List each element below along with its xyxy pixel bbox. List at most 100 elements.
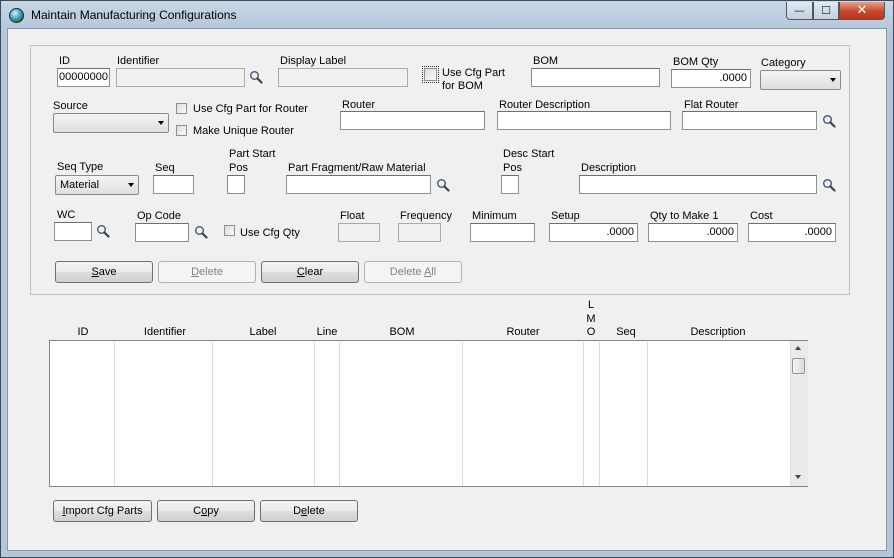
frequency-field[interactable] <box>398 223 441 242</box>
delete-button-disabled[interactable]: Delete <box>158 261 256 283</box>
flat-router-field[interactable] <box>682 111 817 130</box>
identifier-field[interactable] <box>116 68 245 87</box>
frequency-label: Frequency <box>400 210 452 222</box>
column-header-identifier[interactable]: Identifier <box>130 326 200 338</box>
delete-button-accesskey: D <box>191 266 200 278</box>
part-start-pos-label-1: Part Start <box>229 148 276 160</box>
copy-button-text-rest: py <box>207 505 219 517</box>
desc-start-pos-field[interactable] <box>501 175 519 194</box>
column-header-label[interactable]: Label <box>233 326 293 338</box>
qty-to-make-field[interactable]: .0000 <box>648 223 738 242</box>
float-field[interactable] <box>338 223 380 242</box>
wc-label: WC <box>57 209 76 221</box>
minimum-label: Minimum <box>472 210 517 222</box>
delete-all-button-text: Delete <box>389 266 424 278</box>
column-header-description[interactable]: Description <box>678 326 758 338</box>
op-code-search-icon[interactable] <box>194 225 208 239</box>
minimum-field[interactable] <box>470 223 535 242</box>
column-header-seq[interactable]: Seq <box>608 326 644 338</box>
use-cfg-part-router-label: Use Cfg Part for Router <box>193 103 308 115</box>
delete-all-button-disabled[interactable]: Delete All <box>364 261 462 283</box>
display-label-label: Display Label <box>280 55 347 67</box>
setup-label: Setup <box>551 210 580 222</box>
description-search-icon[interactable] <box>822 178 836 192</box>
import-cfg-parts-button[interactable]: Import Cfg Parts <box>53 500 152 522</box>
identifier-label: Identifier <box>117 55 160 67</box>
router-description-field[interactable] <box>497 111 671 130</box>
qty-to-make-label: Qty to Make 1 <box>650 210 719 222</box>
id-field[interactable]: 00000000 <box>57 68 110 87</box>
setup-field[interactable]: .0000 <box>549 223 638 242</box>
use-cfg-part-router-checkbox[interactable] <box>176 103 187 114</box>
import-button-text-rest: mport Cfg Parts <box>65 505 143 517</box>
app-globe-icon[interactable] <box>9 8 24 23</box>
category-dropdown[interactable] <box>760 70 841 90</box>
seq-type-value: Material <box>60 179 100 191</box>
delete-line-button-text: D <box>293 505 302 517</box>
column-divider <box>339 342 340 486</box>
seq-type-dropdown[interactable]: Material <box>55 175 139 195</box>
make-unique-router-checkbox[interactable] <box>176 125 187 136</box>
use-cfg-part-bom-label-2: for BOM <box>442 80 483 92</box>
column-divider <box>462 342 463 486</box>
identifier-search-icon[interactable] <box>249 70 263 84</box>
column-divider <box>583 342 584 486</box>
use-cfg-part-bom-checkbox[interactable] <box>422 66 439 83</box>
cost-label: Cost <box>750 210 773 222</box>
close-button[interactable]: ✕ <box>839 2 885 20</box>
seq-field[interactable] <box>153 175 194 194</box>
part-fragment-label: Part Fragment/Raw Material <box>288 162 426 174</box>
clear-button[interactable]: Clear <box>261 261 359 283</box>
delete-all-button-text-rest: ll <box>431 266 437 278</box>
column-divider <box>647 342 648 486</box>
desc-start-pos-label-1: Desc Start <box>503 148 555 160</box>
use-cfg-qty-checkbox[interactable] <box>224 225 235 236</box>
copy-button[interactable]: Copy <box>157 500 255 522</box>
seq-type-label: Seq Type <box>57 161 104 173</box>
column-header-lmo[interactable]: L M O <box>585 299 597 340</box>
display-label-field[interactable] <box>278 68 408 87</box>
column-divider <box>599 342 600 486</box>
description-field[interactable] <box>579 175 817 194</box>
part-fragment-search-icon[interactable] <box>436 178 450 192</box>
description-label: Description <box>581 162 637 174</box>
minimize-button[interactable]: — <box>786 2 813 20</box>
float-label: Float <box>340 210 365 222</box>
column-header-id[interactable]: ID <box>70 326 96 338</box>
scrollbar-thumb[interactable] <box>792 358 805 374</box>
seq-label: Seq <box>155 162 175 174</box>
bom-field[interactable] <box>531 68 660 87</box>
chevron-down-icon <box>830 78 836 82</box>
wc-field[interactable] <box>54 222 92 241</box>
part-start-pos-label-2: Pos <box>229 162 248 174</box>
scroll-down-icon[interactable] <box>795 475 801 479</box>
bom-qty-label: BOM Qty <box>673 56 719 68</box>
wc-search-icon[interactable] <box>96 224 110 238</box>
op-code-label: Op Code <box>137 210 182 222</box>
use-cfg-qty-label: Use Cfg Qty <box>240 227 300 239</box>
title-bar[interactable]: Maintain Manufacturing Configurations <box>1 1 893 29</box>
bom-qty-field[interactable]: .0000 <box>671 69 751 88</box>
scroll-up-icon[interactable] <box>795 346 801 350</box>
router-field[interactable] <box>340 111 485 130</box>
source-label: Source <box>53 100 88 112</box>
save-button-accesskey: S <box>91 266 99 278</box>
save-button[interactable]: Save <box>55 261 153 283</box>
maximize-button[interactable]: ☐ <box>813 2 839 20</box>
part-start-pos-field[interactable] <box>227 175 245 194</box>
cost-field[interactable]: .0000 <box>748 223 836 242</box>
column-header-bom[interactable]: BOM <box>380 326 424 338</box>
window-title: Maintain Manufacturing Configurations <box>31 8 237 22</box>
clear-button-accesskey: C <box>296 266 305 278</box>
config-lines-grid[interactable] <box>49 340 808 487</box>
desc-start-pos-label-2: Pos <box>503 162 522 174</box>
part-fragment-field[interactable] <box>286 175 431 194</box>
column-header-line[interactable]: Line <box>312 326 342 338</box>
flat-router-search-icon[interactable] <box>822 114 836 128</box>
category-label: Category <box>761 57 806 69</box>
column-header-router[interactable]: Router <box>496 326 550 338</box>
delete-line-button[interactable]: Delete <box>260 500 358 522</box>
op-code-field[interactable] <box>135 223 189 242</box>
source-dropdown[interactable] <box>53 113 169 133</box>
id-label: ID <box>59 55 70 67</box>
